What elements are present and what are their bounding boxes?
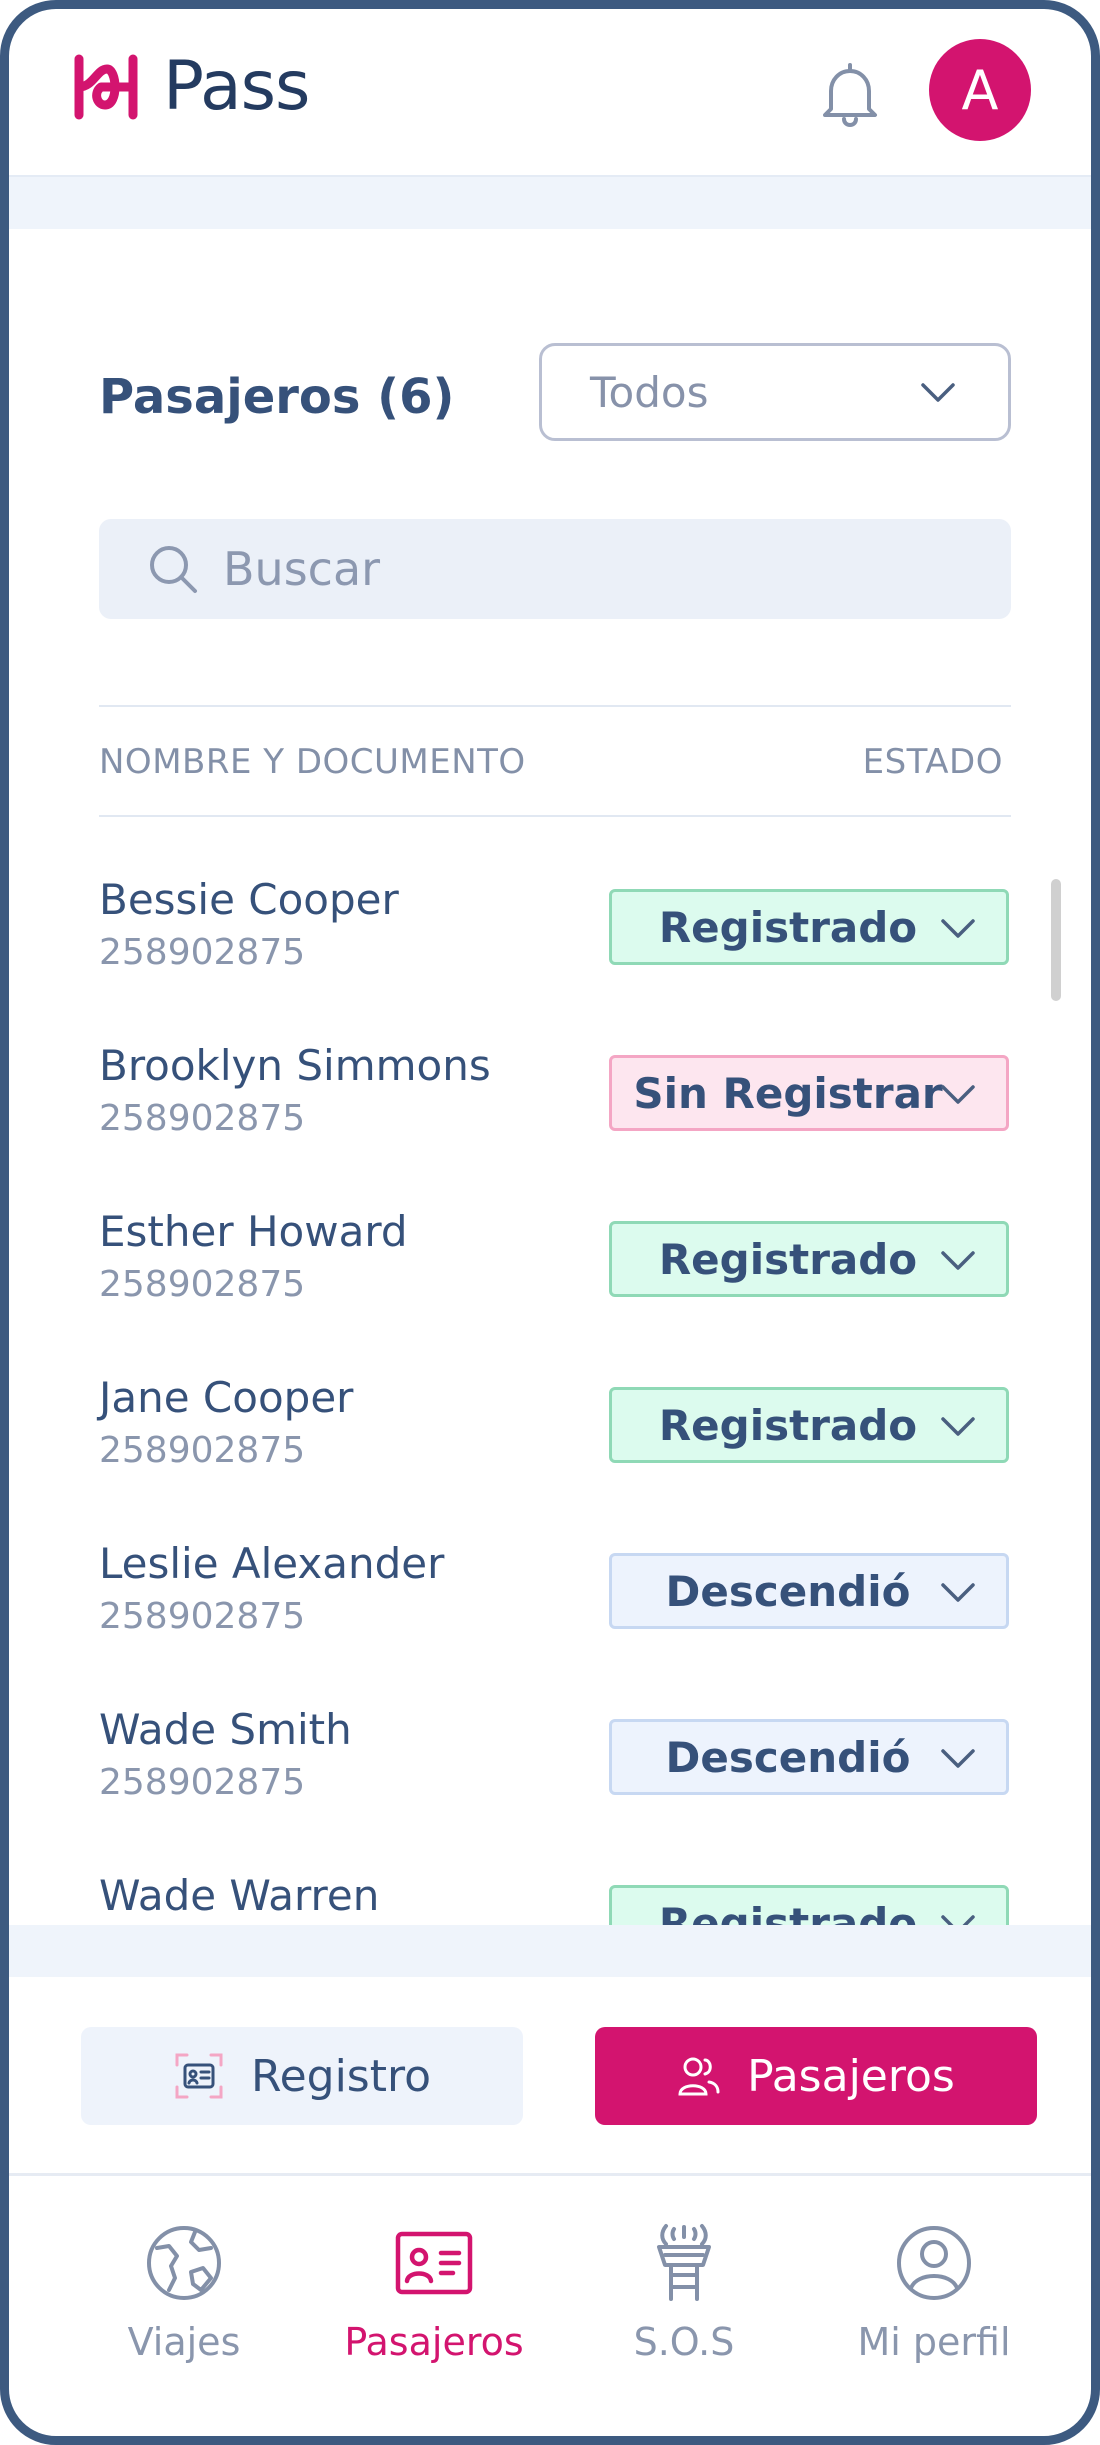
- control-tower-icon: [645, 2220, 723, 2306]
- table-row[interactable]: Wade Smith 258902875 Descendió: [9, 1647, 1091, 1813]
- passenger-document: 258902875: [99, 1596, 306, 1637]
- users-icon: [677, 2054, 721, 2098]
- table-top-divider: [99, 705, 1011, 707]
- chevron-down-icon: [941, 1915, 975, 1925]
- passenger-list[interactable]: Bessie Cooper 258902875 Registrado Brooklyn…: [9, 817, 1091, 1925]
- nav-item-sos[interactable]: S.O.S: [559, 2176, 809, 2416]
- status-filter-select[interactable]: Todos: [539, 343, 1011, 441]
- passenger-document: 258902875: [99, 932, 306, 973]
- chevron-down-icon: [941, 1085, 975, 1104]
- chevron-down-icon: [941, 919, 975, 938]
- globe-icon: [145, 2220, 223, 2306]
- passenger-document: 258902875: [99, 1430, 306, 1471]
- list-scrollbar[interactable]: [1051, 879, 1061, 1001]
- status-label: Registrado: [658, 902, 918, 952]
- passenger-name: Bessie Cooper: [99, 875, 399, 924]
- nav-label-viajes: Viajes: [127, 2320, 241, 2364]
- passenger-name: Brooklyn Simmons: [99, 1041, 491, 1090]
- passenger-name: Wade Smith: [99, 1705, 352, 1754]
- nav-item-pasajeros[interactable]: Pasajeros: [309, 2176, 559, 2416]
- status-dropdown[interactable]: Registrado: [609, 1221, 1009, 1297]
- id-scan-icon: [173, 2051, 225, 2101]
- page-title: Pasajeros (6): [99, 369, 455, 425]
- table-row[interactable]: Bessie Cooper 258902875 Registrado: [9, 817, 1091, 983]
- search-input[interactable]: Buscar: [99, 519, 1011, 619]
- pass-logo-icon: [74, 54, 138, 120]
- pasajeros-button[interactable]: Pasajeros: [595, 2027, 1037, 2125]
- passenger-name: Esther Howard: [99, 1207, 408, 1256]
- pasajeros-label: Pasajeros: [747, 2050, 955, 2102]
- passenger-name: Wade Warren: [99, 1871, 380, 1920]
- app-header: Pass A: [9, 9, 1091, 177]
- app-name: Pass: [163, 47, 310, 126]
- status-label: Registrado: [658, 1400, 918, 1450]
- passenger-document: 258902875: [99, 1098, 306, 1139]
- nav-label-pasajeros: Pasajeros: [344, 2320, 524, 2364]
- status-label: Descendió: [665, 1732, 911, 1782]
- chevron-down-icon: [941, 1417, 975, 1436]
- app-frame: Pass A Pasajeros (6) Todos Buscar NOMBRE…: [0, 0, 1100, 2445]
- avatar-initial: A: [961, 58, 999, 122]
- header-divider-band: [9, 177, 1091, 229]
- passenger-document: 258902875: [99, 1762, 306, 1803]
- table-row[interactable]: Leslie Alexander 258902875 Descendió: [9, 1481, 1091, 1647]
- nav-item-mi-perfil[interactable]: Mi perfil: [809, 2176, 1059, 2416]
- table-row[interactable]: Esther Howard 258902875 Registrado: [9, 1149, 1091, 1315]
- chevron-down-icon: [921, 383, 955, 402]
- passenger-name: Leslie Alexander: [99, 1539, 445, 1588]
- id-card-icon: [395, 2220, 473, 2306]
- passenger-name: Jane Cooper: [99, 1373, 354, 1422]
- notifications-bell-icon[interactable]: [817, 61, 883, 131]
- column-header-status: ESTADO: [862, 742, 1003, 782]
- search-placeholder: Buscar: [223, 542, 381, 596]
- filter-value: Todos: [590, 367, 709, 417]
- user-avatar[interactable]: A: [929, 39, 1031, 141]
- chevron-down-icon: [941, 1749, 975, 1768]
- status-label: Registrado: [658, 1898, 918, 1926]
- table-row[interactable]: Brooklyn Simmons 258902875 Sin Registrar: [9, 983, 1091, 1149]
- status-dropdown[interactable]: Descendió: [609, 1719, 1009, 1795]
- list-bottom-band: [9, 1925, 1091, 1977]
- nav-label-sos: S.O.S: [633, 2320, 735, 2364]
- passenger-document: 258902875: [99, 1264, 306, 1305]
- status-dropdown[interactable]: Registrado: [609, 1885, 1009, 1925]
- chevron-down-icon: [941, 1251, 975, 1270]
- status-dropdown[interactable]: Registrado: [609, 1387, 1009, 1463]
- nav-item-viajes[interactable]: Viajes: [59, 2176, 309, 2416]
- table-row[interactable]: Wade Warren Registrado: [9, 1813, 1091, 1925]
- column-header-name: NOMBRE Y DOCUMENTO: [99, 742, 526, 782]
- status-dropdown[interactable]: Registrado: [609, 889, 1009, 965]
- chevron-down-icon: [941, 1583, 975, 1602]
- status-dropdown[interactable]: Sin Registrar: [609, 1055, 1009, 1131]
- status-label: Registrado: [658, 1234, 918, 1284]
- status-dropdown[interactable]: Descendió: [609, 1553, 1009, 1629]
- registro-label: Registro: [250, 2050, 432, 2102]
- user-circle-icon: [895, 2220, 973, 2306]
- table-row[interactable]: Jane Cooper 258902875 Registrado: [9, 1315, 1091, 1481]
- nav-label-mi-perfil: Mi perfil: [857, 2320, 1011, 2364]
- app-logo[interactable]: Pass: [71, 47, 310, 126]
- search-icon: [150, 546, 197, 593]
- bottom-nav: Viajes Pasajeros S.O.S Mi perfil: [9, 2173, 1091, 2436]
- status-label: Descendió: [665, 1566, 911, 1616]
- registro-button[interactable]: Registro: [81, 2027, 523, 2125]
- status-label: Sin Registrar: [633, 1068, 943, 1118]
